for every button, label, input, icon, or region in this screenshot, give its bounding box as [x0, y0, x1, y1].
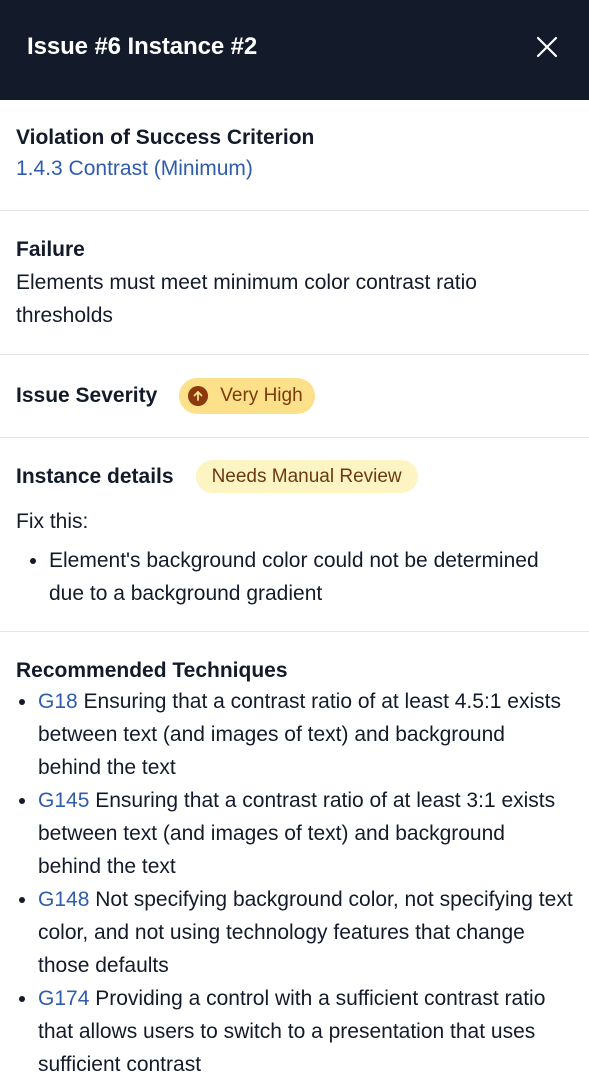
technique-link-g145[interactable]: G145 — [38, 789, 89, 812]
technique-link-g174[interactable]: G174 — [38, 987, 89, 1010]
technique-link-g148[interactable]: G148 — [38, 888, 89, 911]
criterion-link[interactable]: 1.4.3 Contrast (Minimum) — [16, 157, 253, 180]
fix-list: Element's background color could not be … — [16, 544, 573, 610]
techniques-list: G18 Ensuring that a contrast ratio of at… — [16, 685, 573, 1081]
technique-item: G174 Providing a control with a sufficie… — [38, 982, 573, 1081]
severity-label: Issue Severity — [16, 384, 158, 407]
criterion-section: Violation of Success Criterion 1.4.3 Con… — [0, 100, 589, 211]
fix-item: Element's background color could not be … — [49, 544, 573, 610]
instance-label: Instance details — [16, 464, 174, 488]
technique-text: Ensuring that a contrast ratio of at lea… — [38, 789, 556, 878]
instance-section: Instance details Needs Manual Review Fix… — [0, 438, 589, 632]
panel-header: Issue #6 Instance #2 — [0, 0, 589, 100]
failure-text: Elements must meet minimum color contras… — [16, 271, 477, 327]
technique-link-g18[interactable]: G18 — [38, 690, 78, 713]
severity-badge: Very High — [179, 378, 315, 414]
techniques-section: Recommended Techniques G18 Ensuring that… — [0, 632, 589, 1081]
technique-item: G145 Ensuring that a contrast ratio of a… — [38, 784, 573, 883]
technique-text: Ensuring that a contrast ratio of at lea… — [38, 690, 561, 779]
technique-item: G18 Ensuring that a contrast ratio of at… — [38, 685, 573, 784]
technique-text: Providing a control with a sufficient co… — [38, 987, 546, 1076]
panel-title: Issue #6 Instance #2 — [27, 33, 258, 60]
close-icon — [536, 36, 558, 58]
review-status-badge: Needs Manual Review — [195, 460, 418, 493]
close-button[interactable] — [533, 33, 561, 61]
arrow-up-icon — [188, 386, 209, 406]
technique-text: Not specifying background color, not spe… — [38, 888, 573, 977]
fix-label: Fix this: — [16, 510, 89, 533]
severity-badge-label: Very High — [220, 385, 303, 406]
technique-item: G148 Not specifying background color, no… — [38, 883, 573, 982]
severity-section: Issue Severity Very High — [0, 355, 589, 438]
techniques-label: Recommended Techniques — [16, 659, 288, 682]
failure-section: Failure Elements must meet minimum color… — [0, 211, 589, 355]
failure-label: Failure — [16, 238, 85, 261]
criterion-label: Violation of Success Criterion — [16, 126, 315, 149]
